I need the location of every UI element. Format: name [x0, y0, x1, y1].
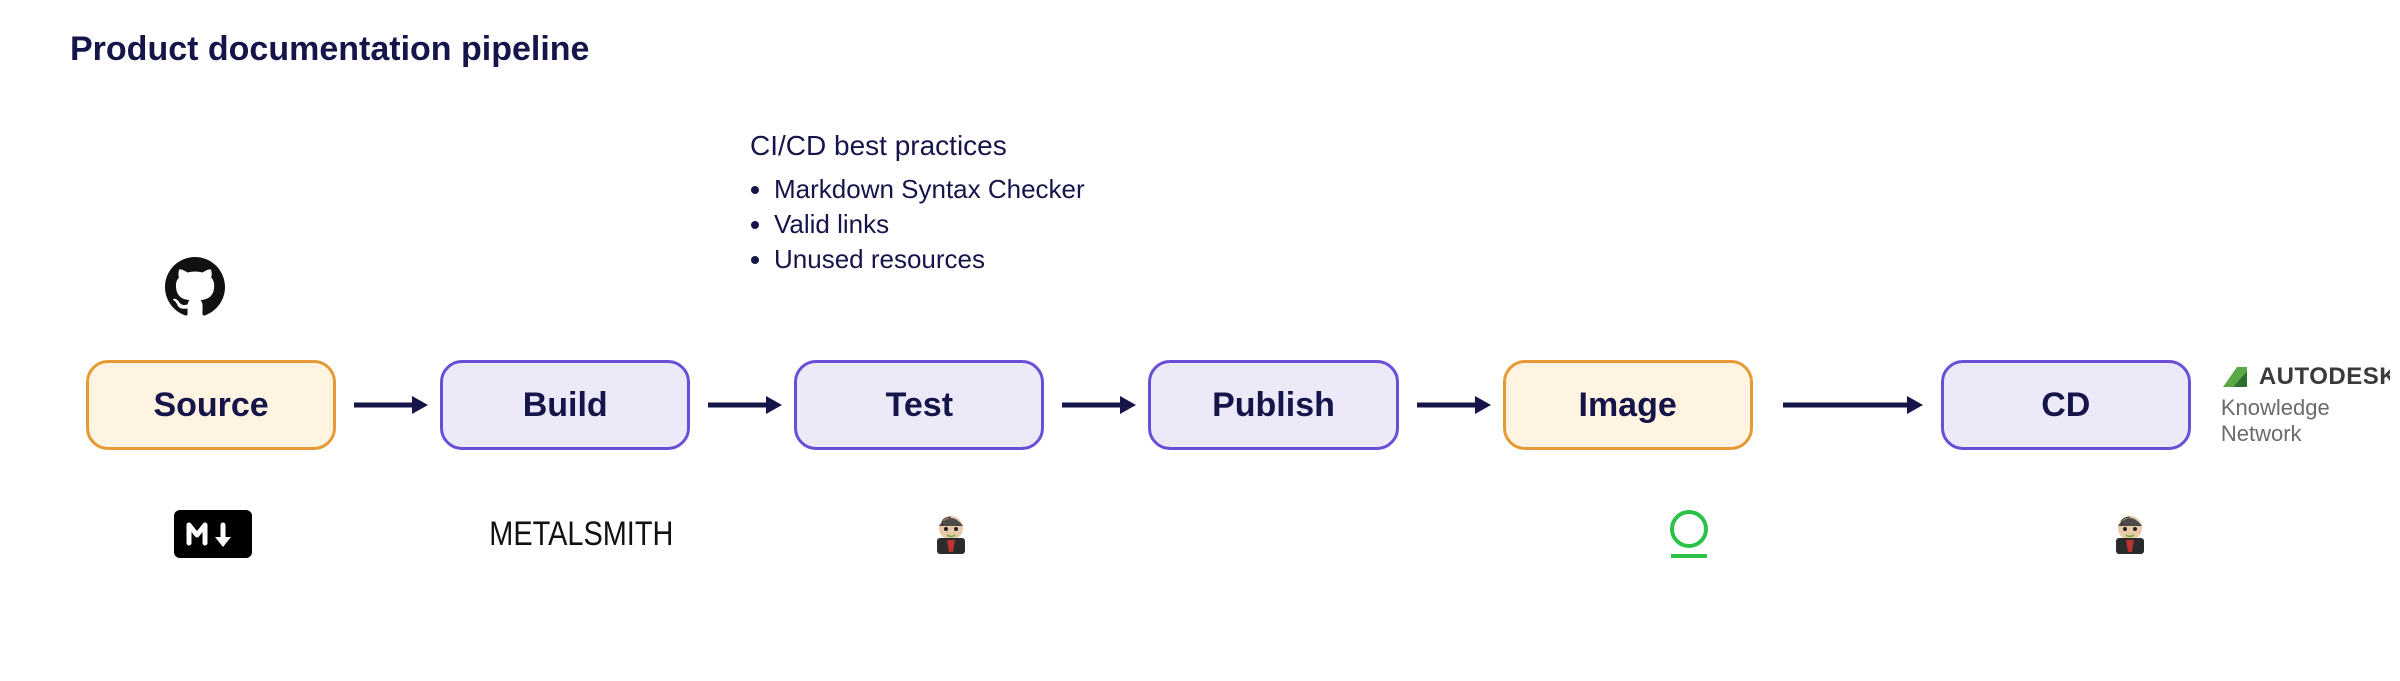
autodesk-knowledge-network-label: AUTODESK Knowledge Network — [2221, 363, 2390, 447]
jenkins-icon — [2108, 512, 2152, 556]
best-practices-list: Markdown Syntax Checker Valid links Unus… — [774, 172, 1085, 277]
stage-publish: Publish — [1148, 360, 1398, 450]
best-practices-item: Unused resources — [774, 242, 1085, 277]
pipeline-stages-row: Source Build Test Publish Image CD — [86, 360, 2390, 450]
below-slot-image — [1562, 510, 1815, 558]
stage-label: Image — [1579, 386, 1677, 425]
stage-label: Build — [523, 386, 608, 425]
stage-image: Image — [1503, 360, 1753, 450]
below-slot-build: METALSMITH — [455, 515, 708, 554]
autodesk-subtitle: Knowledge Network — [2221, 395, 2390, 447]
markdown-icon — [174, 510, 252, 558]
circle-underline-icon — [1670, 510, 1708, 558]
below-icons-row: METALSMITH — [86, 510, 2256, 558]
arrow-icon — [354, 382, 428, 428]
below-slot-source — [86, 510, 339, 558]
stage-test: Test — [794, 360, 1044, 450]
jenkins-icon — [929, 512, 973, 556]
stage-label: Publish — [1212, 386, 1335, 425]
best-practices-block: CI/CD best practices Markdown Syntax Che… — [750, 130, 1085, 277]
pipeline-diagram-frame: Product documentation pipeline CI/CD bes… — [10, 0, 2390, 671]
autodesk-brand-row: AUTODESK — [2221, 363, 2390, 391]
stage-label: CD — [2041, 386, 2090, 425]
metalsmith-logo-text: METALSMITH — [489, 515, 673, 554]
arrow-icon — [1062, 382, 1136, 428]
best-practices-item: Markdown Syntax Checker — [774, 172, 1085, 207]
best-practices-item: Valid links — [774, 207, 1085, 242]
stage-source: Source — [86, 360, 336, 450]
arrow-icon — [1417, 382, 1491, 428]
stage-build: Build — [440, 360, 690, 450]
stage-label: Source — [153, 386, 268, 425]
arrow-icon — [1783, 382, 1923, 428]
stage-cd: CD — [1941, 360, 2191, 450]
autodesk-brand-text: AUTODESK — [2259, 363, 2390, 391]
autodesk-logo-icon — [2221, 365, 2249, 389]
best-practices-heading: CI/CD best practices — [750, 130, 1085, 162]
below-slot-test — [824, 512, 1077, 556]
diagram-title: Product documentation pipeline — [70, 30, 589, 69]
stage-label: Test — [886, 386, 953, 425]
github-icon — [165, 257, 225, 317]
below-slot-cd — [2003, 512, 2256, 556]
arrow-icon — [708, 382, 782, 428]
